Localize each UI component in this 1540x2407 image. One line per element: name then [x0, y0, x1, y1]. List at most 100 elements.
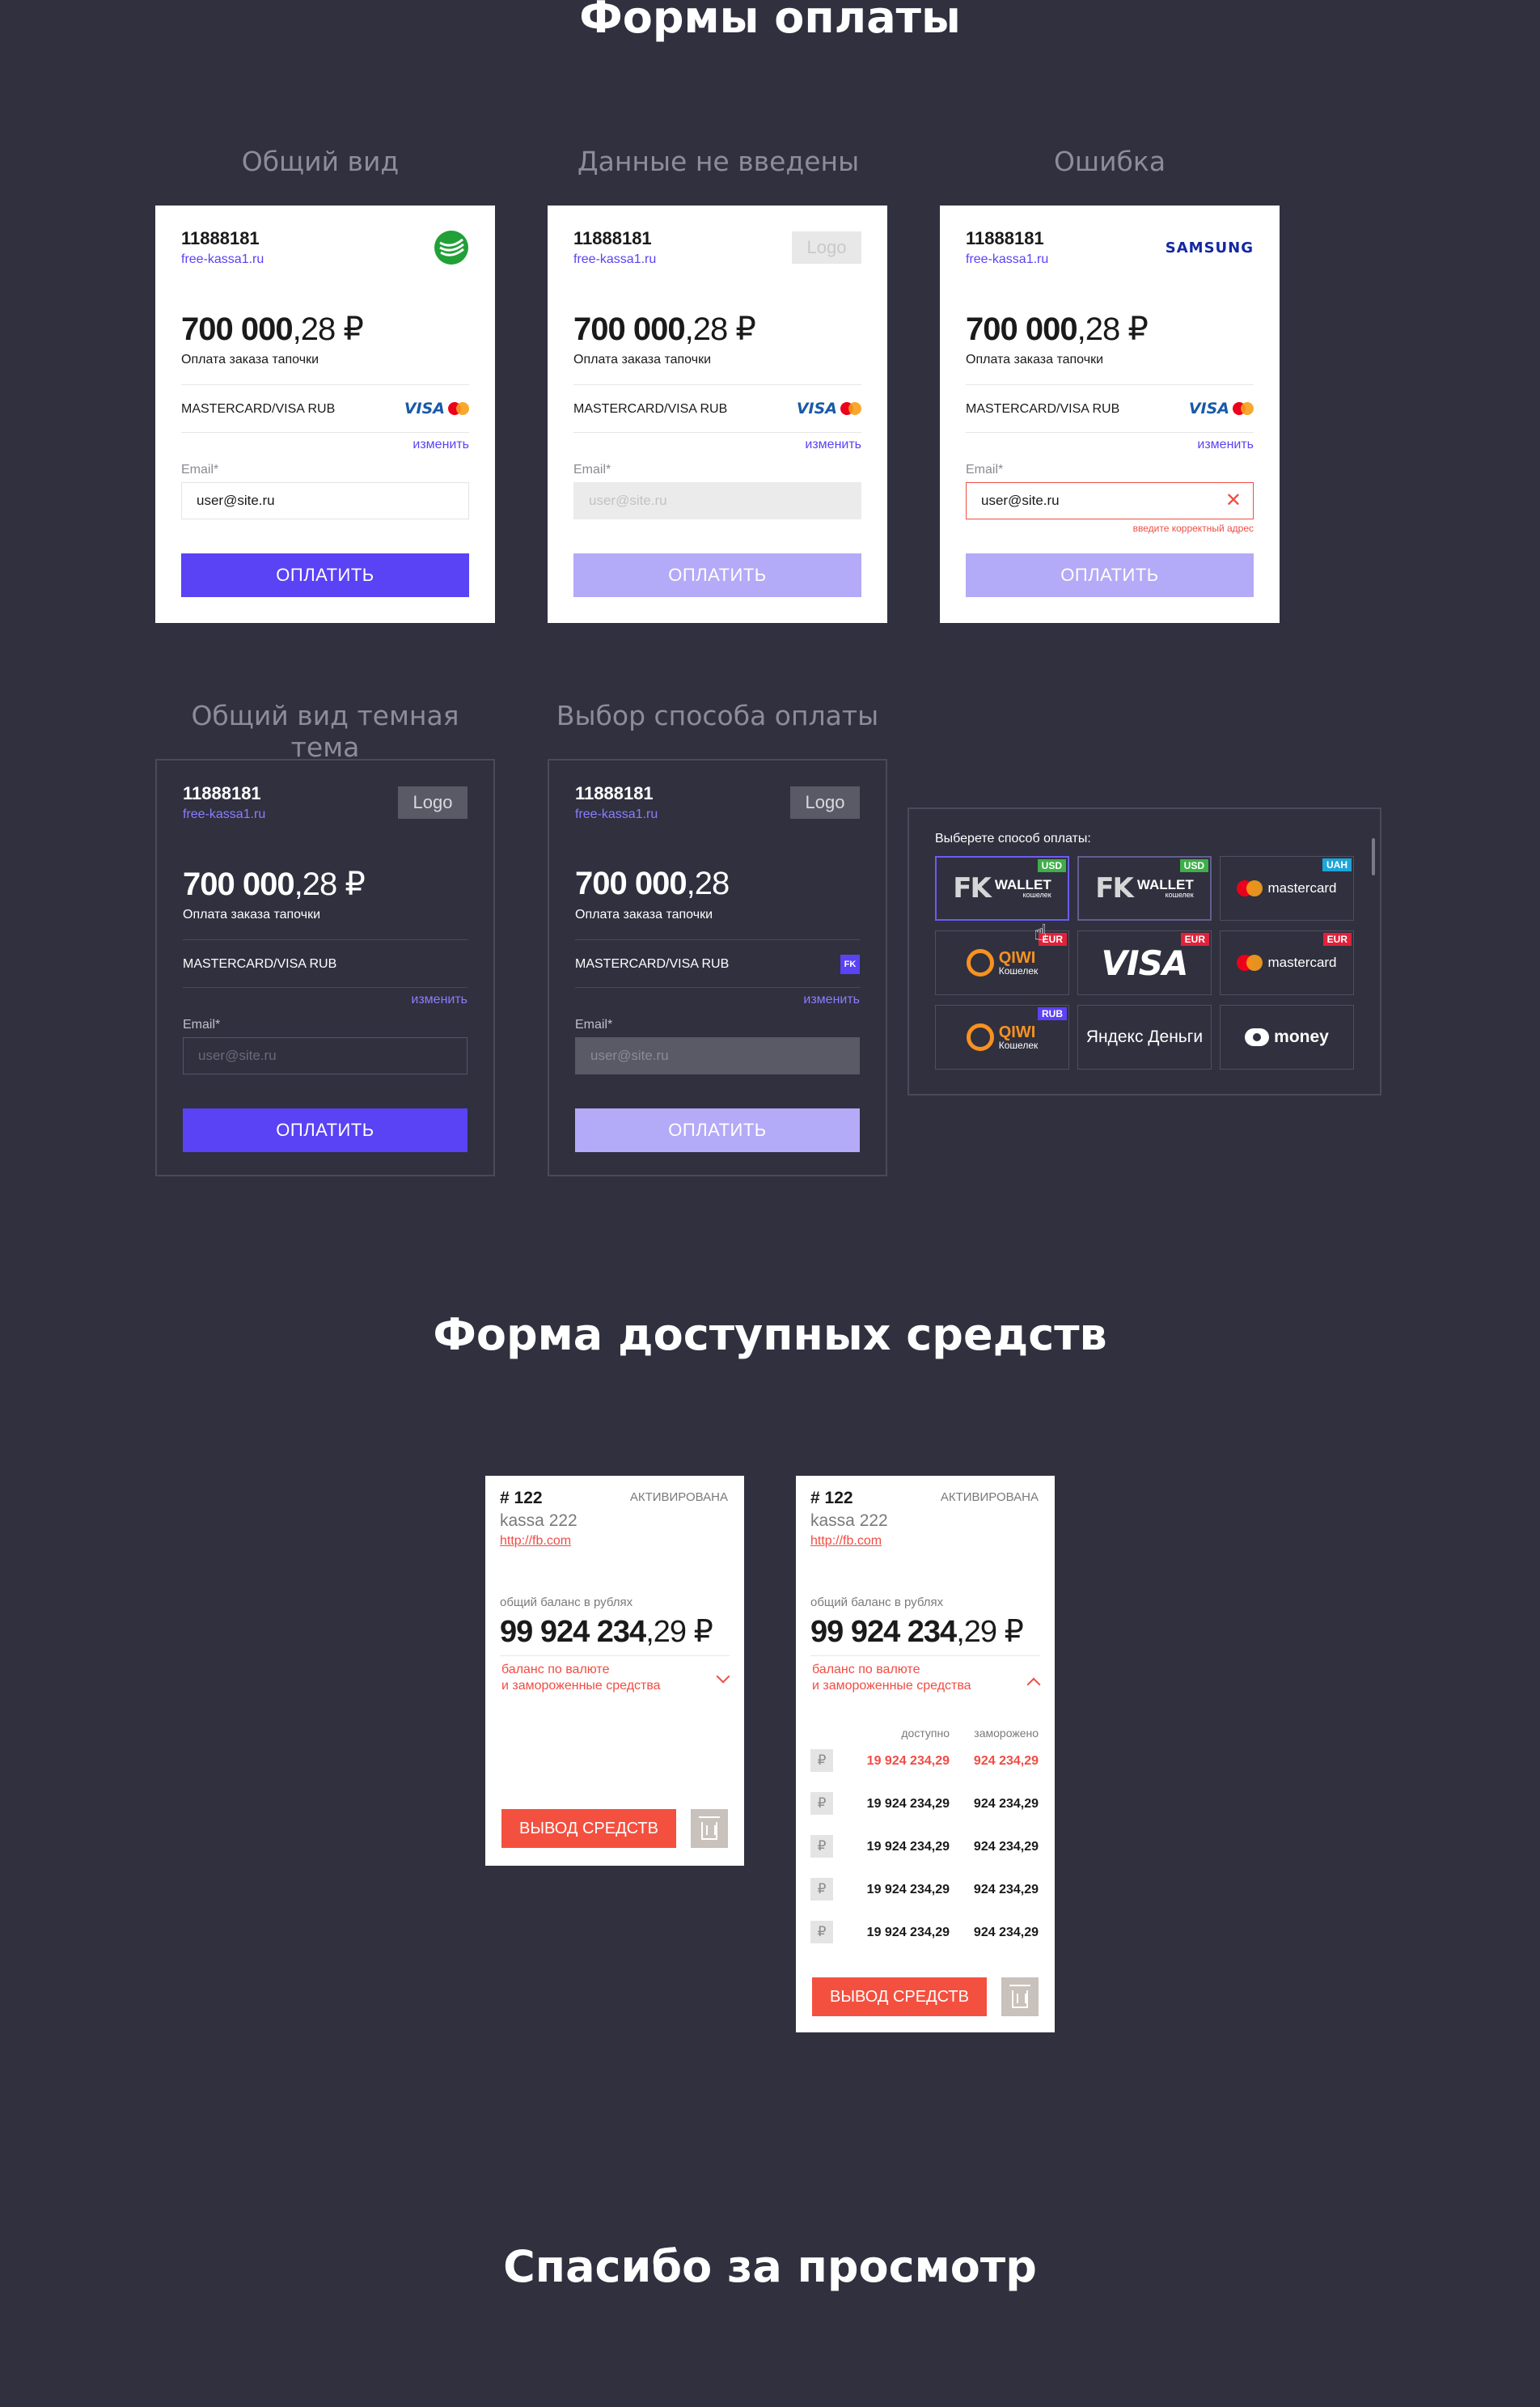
- currency-badge: USD: [1179, 859, 1208, 872]
- pay-button[interactable]: ОПЛАТИТЬ: [573, 553, 861, 597]
- method-tile-mastercard-uah[interactable]: mastercard UAH: [1220, 856, 1354, 921]
- email-label: Email*: [181, 463, 219, 477]
- currency-breakdown-toggle[interactable]: баланс по валюте и замороженные средства: [812, 1662, 971, 1694]
- change-method-link[interactable]: изменить: [412, 438, 469, 452]
- withdraw-button[interactable]: ВЫВОД СРЕДСТВ: [501, 1809, 676, 1848]
- method-tile-visa-eur[interactable]: VISA EUR: [1077, 930, 1212, 995]
- available-value: 19 924 234,29: [866, 1926, 950, 1939]
- change-method-link[interactable]: изменить: [805, 438, 861, 452]
- currency-badge: USD: [1037, 859, 1066, 872]
- email-label: Email*: [575, 1018, 613, 1032]
- picker-scrollbar[interactable]: [1372, 838, 1375, 875]
- visa-icon: VISA: [1101, 943, 1189, 983]
- email-field[interactable]: user@site.ru: [183, 1037, 468, 1074]
- pay-button[interactable]: ОПЛАТИТЬ: [575, 1108, 860, 1152]
- visa-icon: VISA: [1188, 400, 1229, 417]
- available-value: 19 924 234,29: [866, 1883, 950, 1896]
- method-tile-qiwi-rub[interactable]: QIWI Кошелек RUB: [935, 1005, 1069, 1070]
- mastercard-icon: [1233, 402, 1254, 415]
- logo-placeholder: Logo: [790, 786, 860, 819]
- currency-row: ₽ 19 924 234,29 924 234,29: [810, 1749, 1039, 1773]
- frozen-value: 924 234,29: [973, 1840, 1039, 1854]
- balance-caption: общий баланс в рублях: [810, 1595, 944, 1609]
- kassa-link[interactable]: http://fb.com: [500, 1534, 571, 1549]
- pay-button[interactable]: ОПЛАТИТЬ: [966, 553, 1254, 597]
- order-description: Оплата заказа тапочки: [181, 353, 319, 367]
- merchant-site[interactable]: free-kassa1.ru: [966, 252, 1048, 267]
- pay-button[interactable]: ОПЛАТИТЬ: [183, 1108, 468, 1152]
- withdraw-button[interactable]: ВЫВОД СРЕДСТВ: [812, 1977, 987, 2016]
- visa-icon: VISA: [796, 400, 837, 417]
- funds-form-title: Форма доступных средств: [433, 1309, 1107, 1360]
- currency-badge: EUR: [1180, 933, 1209, 946]
- yoomoney-icon: [1245, 1028, 1270, 1046]
- balance-amount: 99 924 234,29 ₽: [810, 1615, 1024, 1649]
- payment-method-label: MASTERCARD/VISA RUB: [573, 402, 728, 416]
- currency-icon: ₽: [810, 1835, 833, 1858]
- email-field[interactable]: user@site.ru ✕: [966, 482, 1254, 519]
- divider: [181, 432, 469, 433]
- order-description: Оплата заказа тапочки: [966, 353, 1103, 367]
- method-tile-yandex-money[interactable]: Яндекс Деньги: [1077, 1005, 1212, 1070]
- currency-icon: ₽: [810, 1878, 833, 1901]
- change-method-link[interactable]: изменить: [411, 993, 468, 1007]
- change-method-link[interactable]: изменить: [1197, 438, 1254, 452]
- currency-breakdown-toggle[interactable]: баланс по валюте и замороженные средства: [501, 1662, 661, 1694]
- payment-method-label: MASTERCARD/VISA RUB: [181, 402, 336, 416]
- currency-row: ₽ 19 924 234,29 924 234,29: [810, 1835, 1039, 1859]
- currency-icon: ₽: [810, 1792, 833, 1815]
- merchant-site[interactable]: free-kassa1.ru: [575, 807, 658, 822]
- payment-method-label: MASTERCARD/VISA RUB: [966, 402, 1120, 416]
- kassa-link[interactable]: http://fb.com: [810, 1534, 882, 1549]
- label-choose: Выбор способа оплаты: [556, 700, 879, 731]
- payment-card-empty: 11888181 free-kassa1.ru Logo 700 000,28 …: [548, 206, 887, 623]
- method-tile-qiwi-eur[interactable]: QIWI Кошелек EUR: [935, 930, 1069, 995]
- currency-row: ₽ 19 924 234,29 924 234,29: [810, 1921, 1039, 1945]
- method-tile-mastercard-eur[interactable]: mastercard EUR: [1220, 930, 1354, 995]
- tile-label: WALLET кошелек: [1136, 877, 1194, 899]
- divider: [575, 939, 860, 940]
- merchant-site[interactable]: free-kassa1.ru: [573, 252, 656, 267]
- available-value: 19 924 234,29: [866, 1754, 950, 1768]
- payment-card-error: 11888181 free-kassa1.ru SAMSUNG 700 000,…: [940, 206, 1280, 623]
- email-label: Email*: [573, 463, 611, 477]
- trash-icon: [1009, 1985, 1030, 2008]
- mastercard-icon: [448, 402, 469, 415]
- clear-icon[interactable]: ✕: [1225, 483, 1242, 519]
- email-field[interactable]: user@site.ru: [573, 482, 861, 519]
- chevron-up-icon[interactable]: [1026, 1677, 1041, 1692]
- pay-button[interactable]: ОПЛАТИТЬ: [181, 553, 469, 597]
- available-value: 19 924 234,29: [866, 1840, 950, 1854]
- chevron-down-icon[interactable]: [716, 1669, 730, 1684]
- delete-button[interactable]: [691, 1809, 728, 1848]
- merchant-number: 11888181: [966, 228, 1044, 248]
- hand-cursor-icon: ☝: [1034, 920, 1048, 945]
- kassa-name: kassa 222: [810, 1511, 888, 1530]
- samsung-logo: SAMSUNG: [1165, 239, 1254, 256]
- label-general: Общий вид: [241, 146, 400, 177]
- email-field[interactable]: user@site.ru: [181, 482, 469, 519]
- merchant-site[interactable]: free-kassa1.ru: [183, 807, 265, 822]
- kassa-name: kassa 222: [500, 1511, 578, 1530]
- fk-wallet-icon[interactable]: FK: [840, 955, 860, 974]
- label-dark: Общий вид темная тема: [191, 700, 459, 763]
- delete-button[interactable]: [1001, 1977, 1039, 2016]
- frozen-value: 924 234,29: [973, 1754, 1039, 1768]
- change-method-link[interactable]: изменить: [803, 993, 860, 1007]
- payment-forms-title: Формы оплаты: [579, 0, 961, 43]
- method-tile-fkwallet-usd[interactable]: FK WALLET кошелек USD: [935, 856, 1069, 921]
- mastercard-icon: [1237, 955, 1263, 971]
- divider: [183, 939, 468, 940]
- balance-caption: общий баланс в рублях: [500, 1595, 633, 1609]
- fk-logo-icon: FK: [1095, 872, 1134, 905]
- email-field[interactable]: user@site.ru: [575, 1037, 860, 1074]
- method-tile-fkwallet-usd-2[interactable]: FK WALLET кошелек USD: [1077, 856, 1212, 921]
- merchant-site[interactable]: free-kassa1.ru: [181, 252, 264, 267]
- logo-placeholder: Logo: [792, 231, 861, 264]
- column-header-available: доступно: [901, 1727, 950, 1740]
- mastercard-icon: [1237, 880, 1263, 896]
- account-number: # 122: [500, 1489, 543, 1507]
- email-error-message: введите корректный адрес: [1132, 523, 1254, 534]
- sberbank-logo-icon: [434, 230, 469, 265]
- method-tile-yoomoney[interactable]: money: [1220, 1005, 1354, 1070]
